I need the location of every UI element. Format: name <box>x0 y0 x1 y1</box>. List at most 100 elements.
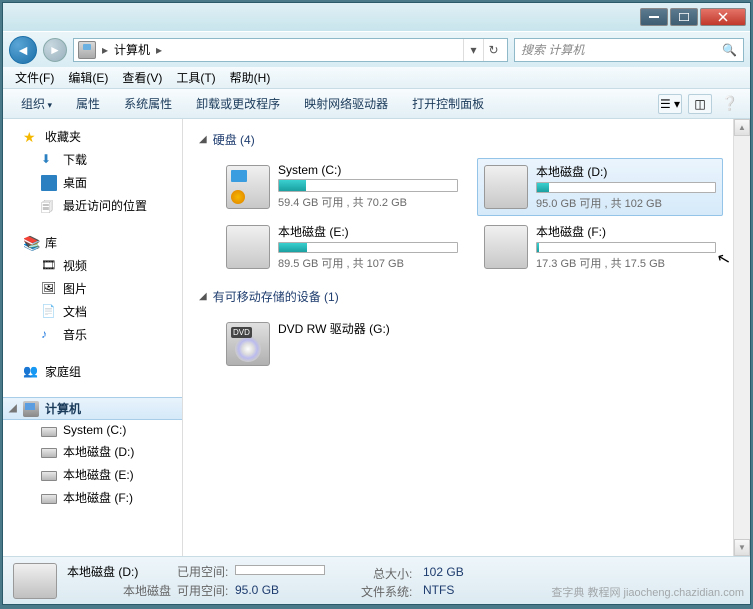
download-icon: ⬇ <box>41 152 57 168</box>
address-history-button[interactable]: ▾ <box>463 39 483 61</box>
star-icon: ★ <box>23 129 39 145</box>
menu-view[interactable]: 查看(V) <box>116 67 168 88</box>
properties-button[interactable]: 属性 <box>66 91 110 116</box>
map-drive-button[interactable]: 映射网络驱动器 <box>294 91 398 116</box>
nav-drive-c[interactable]: System (C:) <box>3 420 182 440</box>
nav-drive-f[interactable]: 本地磁盘 (F:) <box>3 486 182 509</box>
nav-videos[interactable]: 🎞视频 <box>3 254 182 277</box>
scroll-down-button[interactable]: ▼ <box>734 539 750 556</box>
control-panel-button[interactable]: 打开控制面板 <box>402 91 494 116</box>
nav-computer[interactable]: ◢ 计算机 <box>3 397 182 420</box>
nav-music[interactable]: ♪音乐 <box>3 323 182 346</box>
scrollbar[interactable]: ▲ ▼ <box>733 119 750 556</box>
close-button[interactable] <box>700 8 746 26</box>
nav-computer-label: 计算机 <box>45 400 81 417</box>
nav-homegroup[interactable]: 👥 家庭组 <box>3 360 182 383</box>
status-title: 本地磁盘 (D:) <box>67 563 177 580</box>
drive-icon <box>41 494 57 504</box>
status-used-bar <box>235 565 325 575</box>
back-button[interactable]: ◄ <box>9 36 37 64</box>
search-placeholder: 搜索 计算机 <box>521 41 584 58</box>
content-pane: ◢硬盘 (4) System (C:) 59.4 GB 可用 , 共 70.2 G… <box>183 119 750 556</box>
preview-pane-button[interactable]: ◫ <box>688 94 712 114</box>
address-bar[interactable]: ▸ 计算机 ▸ ▾ ↻ <box>73 38 508 62</box>
drive-icon <box>484 165 528 209</box>
menu-bar: 文件(F) 编辑(E) 查看(V) 工具(T) 帮助(H) <box>3 67 750 89</box>
drive-icon <box>41 448 57 458</box>
drive-item[interactable]: System (C:) 59.4 GB 可用 , 共 70.2 GB <box>219 158 465 216</box>
search-input[interactable]: 搜索 计算机 🔍 <box>514 38 744 62</box>
forward-button[interactable]: ► <box>43 38 67 62</box>
minimize-button[interactable] <box>640 8 668 26</box>
drive-item[interactable]: 本地磁盘 (D:)95.0 GB 可用 , 共 102 GB <box>477 158 723 216</box>
scroll-up-button[interactable]: ▲ <box>734 119 750 136</box>
nav-libraries-label: 库 <box>45 234 57 251</box>
status-fs-value: NTFS <box>423 583 454 597</box>
titlebar[interactable] <box>3 3 750 31</box>
menu-edit[interactable]: 编辑(E) <box>62 67 114 88</box>
section-hdd[interactable]: ◢硬盘 (4) <box>199 127 734 152</box>
drive-item[interactable]: 本地磁盘 (E:)89.5 GB 可用 , 共 107 GB <box>219 218 465 276</box>
organize-button[interactable]: 组织 <box>11 91 62 116</box>
command-bar: 组织 属性 系统属性 卸载或更改程序 映射网络驱动器 打开控制面板 ☰ ▾ ◫ … <box>3 89 750 119</box>
search-icon: 🔍 <box>722 43 737 57</box>
watermark: 查字典 教程网 jiaocheng.chazidian.com <box>551 584 744 600</box>
dvd-drive[interactable]: DVD RW 驱动器 (G:) <box>219 315 465 373</box>
drive-progress <box>278 242 458 253</box>
recent-icon: 🗐 <box>41 198 57 214</box>
document-icon: 📄 <box>41 304 57 320</box>
drives-container: System (C:) 59.4 GB 可用 , 共 70.2 GB 本地磁盘 (D… <box>199 152 734 284</box>
drive-progress-fill <box>279 180 306 191</box>
status-free-value: 95.0 GB <box>235 583 279 597</box>
nav-toolbar: ◄ ► ▸ 计算机 ▸ ▾ ↻ 搜索 计算机 🔍 <box>3 31 750 67</box>
nav-recent[interactable]: 🗐最近访问的位置 <box>3 194 182 217</box>
nav-favorites-label: 收藏夹 <box>45 128 81 145</box>
navigation-pane: ★收藏夹 ⬇下载 桌面 🗐最近访问的位置 📚库 🎞视频 🖼图片 📄文档 ♪音乐 … <box>3 119 183 556</box>
status-subtype: 本地磁盘 <box>67 582 177 599</box>
view-mode-button[interactable]: ☰ ▾ <box>658 94 682 114</box>
drive-name: System (C:) <box>278 163 458 177</box>
drive-stat: 17.3 GB 可用 , 共 17.5 GB <box>536 255 716 271</box>
drive-name: 本地磁盘 (F:) <box>536 223 716 240</box>
nav-drive-e[interactable]: 本地磁盘 (E:) <box>3 463 182 486</box>
video-icon: 🎞 <box>41 258 57 274</box>
section-removable[interactable]: ◢有可移动存储的设备 (1) <box>199 284 734 309</box>
computer-icon <box>78 41 96 59</box>
drive-icon <box>226 165 270 209</box>
status-total-label: 总大小: <box>373 565 418 582</box>
drive-stat: 89.5 GB 可用 , 共 107 GB <box>278 255 458 271</box>
breadcrumb-root[interactable]: 计算机 <box>114 41 150 58</box>
nav-libraries[interactable]: 📚库 <box>3 231 182 254</box>
maximize-button[interactable] <box>670 8 698 26</box>
homegroup-icon: 👥 <box>23 364 39 380</box>
nav-documents[interactable]: 📄文档 <box>3 300 182 323</box>
menu-help[interactable]: 帮助(H) <box>224 67 277 88</box>
collapse-icon[interactable]: ◢ <box>199 291 207 302</box>
drive-progress-fill <box>279 243 307 252</box>
refresh-button[interactable]: ↻ <box>483 39 503 61</box>
nav-desktop[interactable]: 桌面 <box>3 171 182 194</box>
menu-file[interactable]: 文件(F) <box>9 67 60 88</box>
dvd-name: DVD RW 驱动器 (G:) <box>278 320 458 337</box>
help-icon[interactable]: ❔ <box>718 94 742 114</box>
removable-container: DVD RW 驱动器 (G:) <box>199 309 734 381</box>
drive-icon <box>41 427 57 437</box>
nav-pictures[interactable]: 🖼图片 <box>3 277 182 300</box>
breadcrumb-sep: ▸ <box>96 43 114 57</box>
nav-favorites[interactable]: ★ 收藏夹 <box>3 125 182 148</box>
drive-icon <box>41 471 57 481</box>
drive-item[interactable]: 本地磁盘 (F:) 17.3 GB 可用 , 共 17.5 GB <box>477 218 723 276</box>
collapse-icon[interactable]: ◢ <box>199 134 207 145</box>
drive-progress <box>536 242 716 253</box>
breadcrumb-sep[interactable]: ▸ <box>150 43 168 57</box>
drive-stat: 59.4 GB 可用 , 共 70.2 GB <box>278 194 458 210</box>
uninstall-button[interactable]: 卸载或更改程序 <box>186 91 290 116</box>
nav-drive-d[interactable]: 本地磁盘 (D:) <box>3 440 182 463</box>
nav-homegroup-label: 家庭组 <box>45 363 81 380</box>
nav-downloads[interactable]: ⬇下载 <box>3 148 182 171</box>
menu-tools[interactable]: 工具(T) <box>170 67 221 88</box>
system-properties-button[interactable]: 系统属性 <box>114 91 182 116</box>
computer-icon <box>23 401 39 417</box>
details-pane: 本地磁盘 (D:) 本地磁盘 已用空间: 可用空间: 95.0 GB 总大小: … <box>3 556 750 604</box>
expand-icon[interactable]: ◢ <box>9 403 17 414</box>
